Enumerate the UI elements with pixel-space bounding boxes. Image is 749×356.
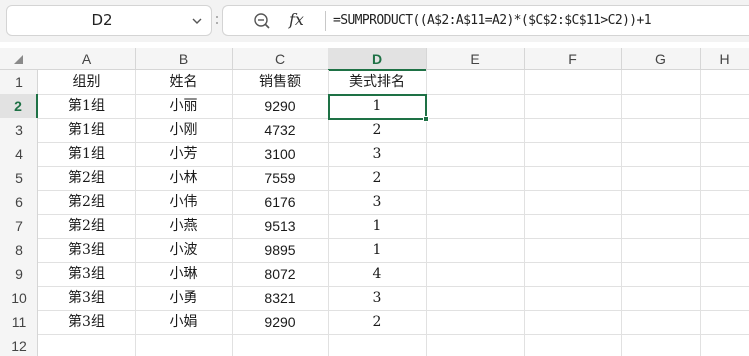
table-cell[interactable]: 第2组 (38, 190, 135, 214)
table-cell[interactable]: 小刚 (135, 118, 232, 142)
column-header-c[interactable]: C (232, 48, 328, 70)
table-cell[interactable]: 第2组 (38, 166, 135, 190)
table-cell[interactable]: 2 (328, 166, 426, 190)
table-cell[interactable]: 1 (328, 238, 426, 262)
name-box-value[interactable]: D2 (7, 6, 197, 35)
table-cell[interactable]: 6176 (232, 190, 328, 214)
header-cell[interactable]: 姓名 (135, 70, 232, 94)
table-cell[interactable]: 第3组 (38, 262, 135, 286)
table-cell[interactable]: 第3组 (38, 310, 135, 334)
header-cell[interactable]: 组别 (38, 70, 135, 94)
table-cell[interactable]: 第1组 (38, 94, 135, 118)
name-box[interactable]: D2 (6, 5, 212, 36)
row-header-12[interactable]: 12 (0, 334, 38, 356)
chevron-down-icon[interactable] (191, 15, 203, 27)
table-cell[interactable]: 3 (328, 142, 426, 166)
column-header-a[interactable]: A (38, 48, 135, 70)
row-header-3[interactable]: 3 (0, 118, 38, 142)
column-header-h[interactable]: H (700, 48, 749, 70)
table-cell[interactable]: 小伟 (135, 190, 232, 214)
table-cell[interactable]: 2 (328, 118, 426, 142)
table-cell[interactable]: 9513 (232, 214, 328, 238)
table-cell[interactable]: 8321 (232, 286, 328, 310)
table-cell[interactable]: 第3组 (38, 238, 135, 262)
row-header-9[interactable]: 9 (0, 262, 38, 286)
table-cell[interactable]: 9290 (232, 94, 328, 118)
column-header-g[interactable]: G (621, 48, 700, 70)
row-header-10[interactable]: 10 (0, 286, 38, 310)
table-cell[interactable]: 3 (328, 286, 426, 310)
column-header-f[interactable]: F (524, 48, 621, 70)
table-cell[interactable]: 9290 (232, 310, 328, 334)
header-cell[interactable]: 美式排名 (328, 70, 426, 94)
row-header-4[interactable]: 4 (0, 142, 38, 166)
table-cell[interactable]: 小燕 (135, 214, 232, 238)
table-cell[interactable]: 第1组 (38, 118, 135, 142)
table-cell[interactable]: 第1组 (38, 142, 135, 166)
selected-cell-border (328, 94, 427, 120)
table-cell[interactable]: 小丽 (135, 94, 232, 118)
column-header-b[interactable]: B (135, 48, 232, 70)
row-header-1[interactable]: 1 (0, 70, 38, 94)
formula-bar: D2 fx =SUMPRODUCT((A$2:A$11=A2)*($C$2:$C… (0, 0, 749, 42)
formula-input-area[interactable]: fx =SUMPRODUCT((A$2:A$11=A2)*($C$2:$C$11… (222, 5, 749, 36)
gridline-vertical (700, 70, 701, 356)
gridline-horizontal (38, 334, 749, 335)
gridline-vertical (621, 70, 622, 356)
table-cell[interactable]: 小勇 (135, 286, 232, 310)
table-cell[interactable]: 3100 (232, 142, 328, 166)
divider (325, 11, 326, 31)
row-header-6[interactable]: 6 (0, 190, 38, 214)
table-cell[interactable]: 第2组 (38, 214, 135, 238)
table-cell[interactable]: 小娟 (135, 310, 232, 334)
table-cell[interactable]: 小波 (135, 238, 232, 262)
gridline-vertical (524, 70, 525, 356)
table-cell[interactable]: 小林 (135, 166, 232, 190)
header-cell[interactable]: 销售额 (232, 70, 328, 94)
table-cell[interactable]: 7559 (232, 166, 328, 190)
table-cell[interactable]: 9895 (232, 238, 328, 262)
zoom-icon[interactable] (253, 12, 271, 30)
fill-handle[interactable] (423, 116, 429, 122)
row-header-11[interactable]: 11 (0, 310, 38, 334)
row-header-7[interactable]: 7 (0, 214, 38, 238)
row-header-8[interactable]: 8 (0, 238, 38, 262)
table-cell[interactable]: 8072 (232, 262, 328, 286)
table-cell[interactable]: 小芳 (135, 142, 232, 166)
insert-function-icon[interactable]: fx (289, 9, 304, 31)
table-cell[interactable]: 4 (328, 262, 426, 286)
column-header-d[interactable]: D (328, 48, 426, 71)
table-cell[interactable]: 4732 (232, 118, 328, 142)
table-cell[interactable]: 第3组 (38, 286, 135, 310)
row-header-2[interactable]: 2 (0, 94, 38, 118)
table-cell[interactable]: 小琳 (135, 262, 232, 286)
select-all-icon[interactable] (14, 55, 23, 64)
formula-input[interactable]: =SUMPRODUCT((A$2:A$11=A2)*($C$2:$C$11>C2… (333, 6, 652, 35)
table-cell[interactable]: 1 (328, 214, 426, 238)
splitter-handle[interactable] (216, 12, 218, 30)
row-header-5[interactable]: 5 (0, 166, 38, 190)
table-cell[interactable]: 2 (328, 310, 426, 334)
column-header-e[interactable]: E (426, 48, 524, 70)
table-cell[interactable]: 3 (328, 190, 426, 214)
